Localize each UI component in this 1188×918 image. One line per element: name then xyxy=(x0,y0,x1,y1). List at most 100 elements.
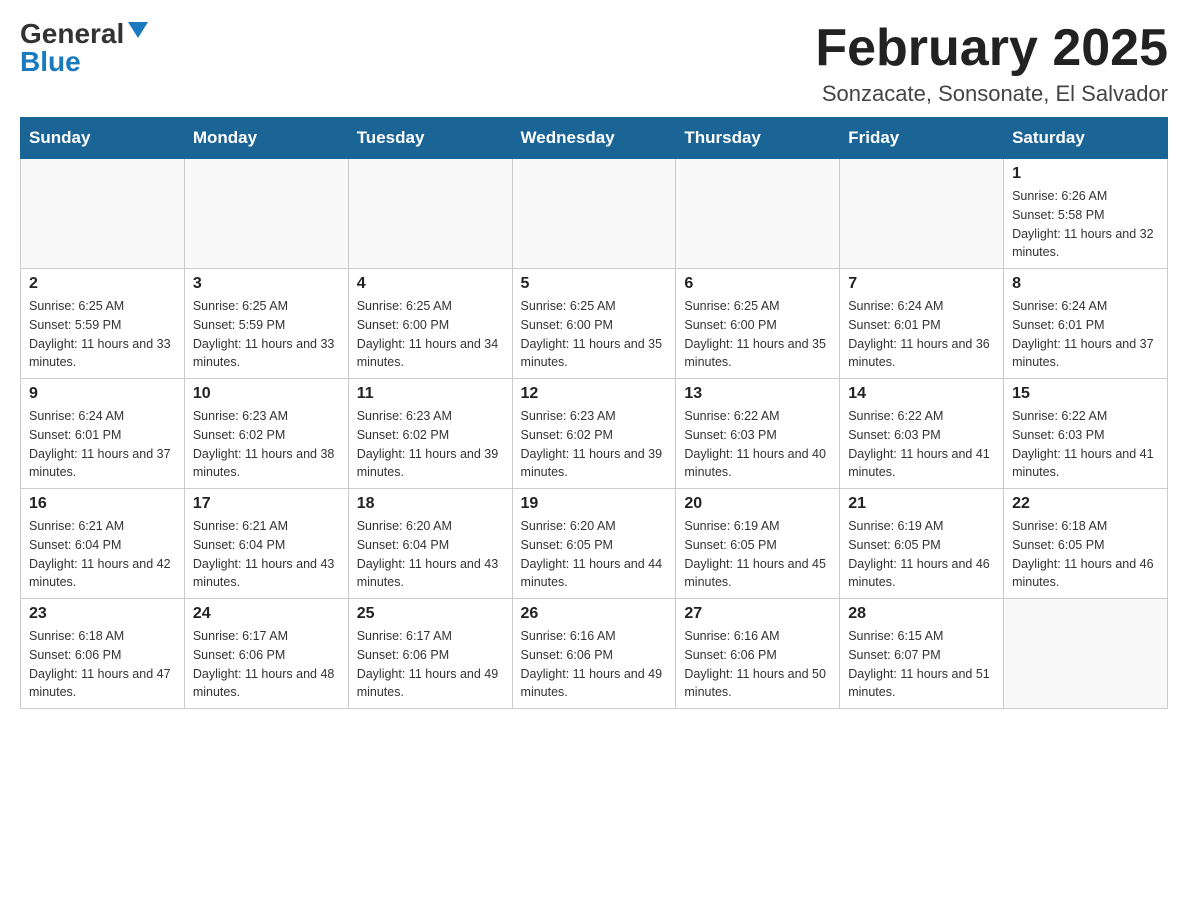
page-header: General Blue February 2025 Sonzacate, So… xyxy=(20,20,1168,107)
day-info: Sunrise: 6:25 AM Sunset: 5:59 PM Dayligh… xyxy=(29,297,176,372)
calendar-day-header: Sunday xyxy=(21,118,185,159)
calendar-day-cell: 26Sunrise: 6:16 AM Sunset: 6:06 PM Dayli… xyxy=(512,599,676,709)
day-info: Sunrise: 6:21 AM Sunset: 6:04 PM Dayligh… xyxy=(193,517,340,592)
day-number: 17 xyxy=(193,495,340,513)
calendar-day-cell xyxy=(21,159,185,269)
calendar-day-cell: 14Sunrise: 6:22 AM Sunset: 6:03 PM Dayli… xyxy=(840,379,1004,489)
calendar-day-cell xyxy=(184,159,348,269)
calendar-day-cell: 6 Sunrise: 6:25 AM Sunset: 6:00 PM Daylig… xyxy=(676,269,840,379)
calendar-day-cell: 9Sunrise: 6:24 AM Sunset: 6:01 PM Daylig… xyxy=(21,379,185,489)
calendar-day-cell xyxy=(512,159,676,269)
logo-blue-text: Blue xyxy=(20,48,81,76)
day-number: 22 xyxy=(1012,495,1159,513)
day-number: 20 xyxy=(684,495,831,513)
calendar-day-cell: 15 Sunrise: 6:22 AM Sunset: 6:03 PM Dayli… xyxy=(1004,379,1168,489)
logo-general-text: General xyxy=(20,20,124,48)
day-info: Sunrise: 6:18 AM Sunset: 6:05 PM Dayligh… xyxy=(1012,517,1159,592)
day-number: 7 xyxy=(848,275,995,293)
calendar-day-cell xyxy=(840,159,1004,269)
day-info: Sunrise: 6:25 AM Sunset: 6:00 PM Dayligh… xyxy=(357,297,504,372)
calendar-day-cell: 28 Sunrise: 6:15 AM Sunset: 6:07 PM Dayli… xyxy=(840,599,1004,709)
day-number: 14 xyxy=(848,385,995,403)
logo-triangle-icon xyxy=(128,22,148,38)
calendar-day-header: Tuesday xyxy=(348,118,512,159)
calendar-week-row: 23 Sunrise: 6:18 AM Sunset: 6:06 PM Dayli… xyxy=(21,599,1168,709)
logo: General Blue xyxy=(20,20,148,76)
calendar-day-cell: 8 Sunrise: 6:24 AM Sunset: 6:01 PM Daylig… xyxy=(1004,269,1168,379)
calendar-day-cell: 18 Sunrise: 6:20 AM Sunset: 6:04 PM Dayli… xyxy=(348,489,512,599)
title-section: February 2025 Sonzacate, Sonsonate, El S… xyxy=(815,20,1168,107)
day-number: 5 xyxy=(521,275,668,293)
calendar-day-cell: 19 Sunrise: 6:20 AM Sunset: 6:05 PM Dayli… xyxy=(512,489,676,599)
calendar-day-cell: 21 Sunrise: 6:19 AM Sunset: 6:05 PM Dayli… xyxy=(840,489,1004,599)
day-number: 4 xyxy=(357,275,504,293)
calendar-day-cell: 7Sunrise: 6:24 AM Sunset: 6:01 PM Daylig… xyxy=(840,269,1004,379)
calendar-week-row: 16Sunrise: 6:21 AM Sunset: 6:04 PM Dayli… xyxy=(21,489,1168,599)
calendar-day-cell: 1Sunrise: 6:26 AM Sunset: 5:58 PM Daylig… xyxy=(1004,159,1168,269)
day-info: Sunrise: 6:22 AM Sunset: 6:03 PM Dayligh… xyxy=(1012,407,1159,482)
calendar-day-cell: 11Sunrise: 6:23 AM Sunset: 6:02 PM Dayli… xyxy=(348,379,512,489)
calendar-day-cell: 23 Sunrise: 6:18 AM Sunset: 6:06 PM Dayli… xyxy=(21,599,185,709)
calendar-day-cell xyxy=(676,159,840,269)
day-info: Sunrise: 6:20 AM Sunset: 6:04 PM Dayligh… xyxy=(357,517,504,592)
calendar-day-header: Wednesday xyxy=(512,118,676,159)
day-info: Sunrise: 6:16 AM Sunset: 6:06 PM Dayligh… xyxy=(684,627,831,702)
day-info: Sunrise: 6:25 AM Sunset: 6:00 PM Dayligh… xyxy=(521,297,668,372)
day-number: 26 xyxy=(521,605,668,623)
day-number: 2 xyxy=(29,275,176,293)
calendar-day-cell: 4 Sunrise: 6:25 AM Sunset: 6:00 PM Daylig… xyxy=(348,269,512,379)
day-number: 1 xyxy=(1012,165,1159,183)
day-info: Sunrise: 6:21 AM Sunset: 6:04 PM Dayligh… xyxy=(29,517,176,592)
calendar-day-cell: 10 Sunrise: 6:23 AM Sunset: 6:02 PM Dayli… xyxy=(184,379,348,489)
day-number: 12 xyxy=(521,385,668,403)
day-info: Sunrise: 6:18 AM Sunset: 6:06 PM Dayligh… xyxy=(29,627,176,702)
calendar-week-row: 1Sunrise: 6:26 AM Sunset: 5:58 PM Daylig… xyxy=(21,159,1168,269)
day-info: Sunrise: 6:23 AM Sunset: 6:02 PM Dayligh… xyxy=(193,407,340,482)
day-number: 8 xyxy=(1012,275,1159,293)
calendar-day-cell: 13 Sunrise: 6:22 AM Sunset: 6:03 PM Dayli… xyxy=(676,379,840,489)
calendar-week-row: 9Sunrise: 6:24 AM Sunset: 6:01 PM Daylig… xyxy=(21,379,1168,489)
calendar-day-cell: 16Sunrise: 6:21 AM Sunset: 6:04 PM Dayli… xyxy=(21,489,185,599)
calendar-day-header: Thursday xyxy=(676,118,840,159)
calendar-table: SundayMondayTuesdayWednesdayThursdayFrid… xyxy=(20,117,1168,709)
day-info: Sunrise: 6:15 AM Sunset: 6:07 PM Dayligh… xyxy=(848,627,995,702)
day-info: Sunrise: 6:22 AM Sunset: 6:03 PM Dayligh… xyxy=(684,407,831,482)
calendar-day-cell: 5 Sunrise: 6:25 AM Sunset: 6:00 PM Daylig… xyxy=(512,269,676,379)
day-number: 13 xyxy=(684,385,831,403)
calendar-day-cell: 25Sunrise: 6:17 AM Sunset: 6:06 PM Dayli… xyxy=(348,599,512,709)
day-number: 24 xyxy=(193,605,340,623)
day-number: 21 xyxy=(848,495,995,513)
calendar-day-cell xyxy=(348,159,512,269)
calendar-day-cell: 20 Sunrise: 6:19 AM Sunset: 6:05 PM Dayli… xyxy=(676,489,840,599)
day-number: 9 xyxy=(29,385,176,403)
calendar-day-cell: 17 Sunrise: 6:21 AM Sunset: 6:04 PM Dayli… xyxy=(184,489,348,599)
location-subtitle: Sonzacate, Sonsonate, El Salvador xyxy=(815,81,1168,107)
day-info: Sunrise: 6:17 AM Sunset: 6:06 PM Dayligh… xyxy=(193,627,340,702)
day-number: 6 xyxy=(684,275,831,293)
day-info: Sunrise: 6:25 AM Sunset: 5:59 PM Dayligh… xyxy=(193,297,340,372)
calendar-day-cell: 27Sunrise: 6:16 AM Sunset: 6:06 PM Dayli… xyxy=(676,599,840,709)
day-info: Sunrise: 6:17 AM Sunset: 6:06 PM Dayligh… xyxy=(357,627,504,702)
calendar-day-cell: 2 Sunrise: 6:25 AM Sunset: 5:59 PM Daylig… xyxy=(21,269,185,379)
calendar-day-header: Saturday xyxy=(1004,118,1168,159)
calendar-day-cell: 24 Sunrise: 6:17 AM Sunset: 6:06 PM Dayli… xyxy=(184,599,348,709)
calendar-day-header: Monday xyxy=(184,118,348,159)
calendar-day-header: Friday xyxy=(840,118,1004,159)
calendar-day-cell xyxy=(1004,599,1168,709)
calendar-day-cell: 3Sunrise: 6:25 AM Sunset: 5:59 PM Daylig… xyxy=(184,269,348,379)
day-number: 19 xyxy=(521,495,668,513)
day-number: 18 xyxy=(357,495,504,513)
calendar-day-cell: 22 Sunrise: 6:18 AM Sunset: 6:05 PM Dayli… xyxy=(1004,489,1168,599)
day-info: Sunrise: 6:19 AM Sunset: 6:05 PM Dayligh… xyxy=(848,517,995,592)
day-info: Sunrise: 6:20 AM Sunset: 6:05 PM Dayligh… xyxy=(521,517,668,592)
day-info: Sunrise: 6:19 AM Sunset: 6:05 PM Dayligh… xyxy=(684,517,831,592)
day-number: 28 xyxy=(848,605,995,623)
day-info: Sunrise: 6:24 AM Sunset: 6:01 PM Dayligh… xyxy=(1012,297,1159,372)
day-number: 10 xyxy=(193,385,340,403)
day-number: 23 xyxy=(29,605,176,623)
day-info: Sunrise: 6:25 AM Sunset: 6:00 PM Dayligh… xyxy=(684,297,831,372)
month-title: February 2025 xyxy=(815,20,1168,77)
day-number: 15 xyxy=(1012,385,1159,403)
calendar-header-row: SundayMondayTuesdayWednesdayThursdayFrid… xyxy=(21,118,1168,159)
calendar-day-cell: 12Sunrise: 6:23 AM Sunset: 6:02 PM Dayli… xyxy=(512,379,676,489)
